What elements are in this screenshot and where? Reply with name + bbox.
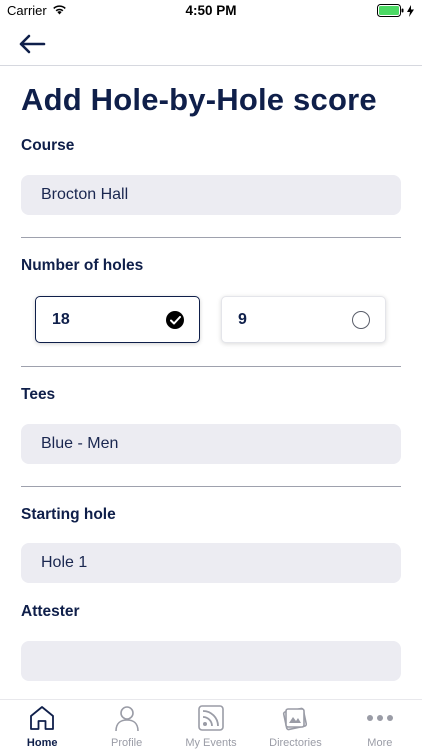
tab-label: Directories bbox=[269, 737, 322, 749]
more-dots-icon bbox=[365, 704, 395, 732]
holes-option-18[interactable]: 18 bbox=[35, 296, 200, 343]
starting-hole-field[interactable]: Hole 1 bbox=[21, 543, 401, 583]
divider bbox=[21, 486, 401, 487]
tees-value: Blue - Men bbox=[41, 435, 119, 452]
starting-hole-value: Hole 1 bbox=[41, 554, 88, 571]
home-icon bbox=[27, 704, 57, 732]
directory-icon bbox=[280, 704, 310, 732]
holes-option-label: 9 bbox=[238, 310, 247, 328]
tees-label: Tees bbox=[21, 386, 56, 403]
tab-my-events[interactable]: My Events bbox=[169, 700, 253, 750]
person-icon bbox=[112, 704, 142, 732]
tab-label: Home bbox=[26, 737, 58, 749]
attester-label: Attester bbox=[21, 603, 80, 620]
holes-option-label: 18 bbox=[52, 310, 70, 328]
holes-option-9[interactable]: 9 bbox=[221, 296, 386, 343]
charging-icon bbox=[407, 4, 414, 20]
battery-icon bbox=[377, 4, 404, 20]
divider bbox=[21, 366, 401, 367]
back-arrow-icon bbox=[19, 34, 46, 54]
page-title: Add Hole-by-Hole score bbox=[21, 82, 377, 117]
tab-home[interactable]: Home bbox=[0, 700, 84, 750]
starting-hole-label: Starting hole bbox=[21, 506, 116, 523]
navigation-bar bbox=[0, 22, 422, 66]
tab-more[interactable]: More bbox=[338, 700, 422, 750]
course-field[interactable]: Brocton Hall bbox=[21, 175, 401, 215]
tab-label: More bbox=[367, 737, 393, 749]
checkmark-icon bbox=[166, 311, 184, 329]
status-bar: Carrier 4:50 PM bbox=[0, 0, 422, 22]
radio-empty-icon bbox=[352, 311, 370, 329]
tees-field[interactable]: Blue - Men bbox=[21, 424, 401, 464]
back-button[interactable] bbox=[18, 30, 54, 58]
status-time: 4:50 PM bbox=[185, 3, 237, 18]
tab-profile[interactable]: Profile bbox=[84, 700, 168, 750]
tab-directories[interactable]: Directories bbox=[253, 700, 337, 750]
feed-icon bbox=[196, 704, 226, 732]
attester-field[interactable] bbox=[21, 641, 401, 681]
tab-bar: Home Profile My Events Directories More bbox=[0, 699, 422, 750]
divider bbox=[21, 237, 401, 238]
tab-label: My Events bbox=[185, 737, 237, 749]
course-value: Brocton Hall bbox=[41, 186, 129, 203]
tab-label: Profile bbox=[111, 737, 143, 749]
number-of-holes-label: Number of holes bbox=[21, 257, 144, 274]
course-label: Course bbox=[21, 137, 75, 154]
